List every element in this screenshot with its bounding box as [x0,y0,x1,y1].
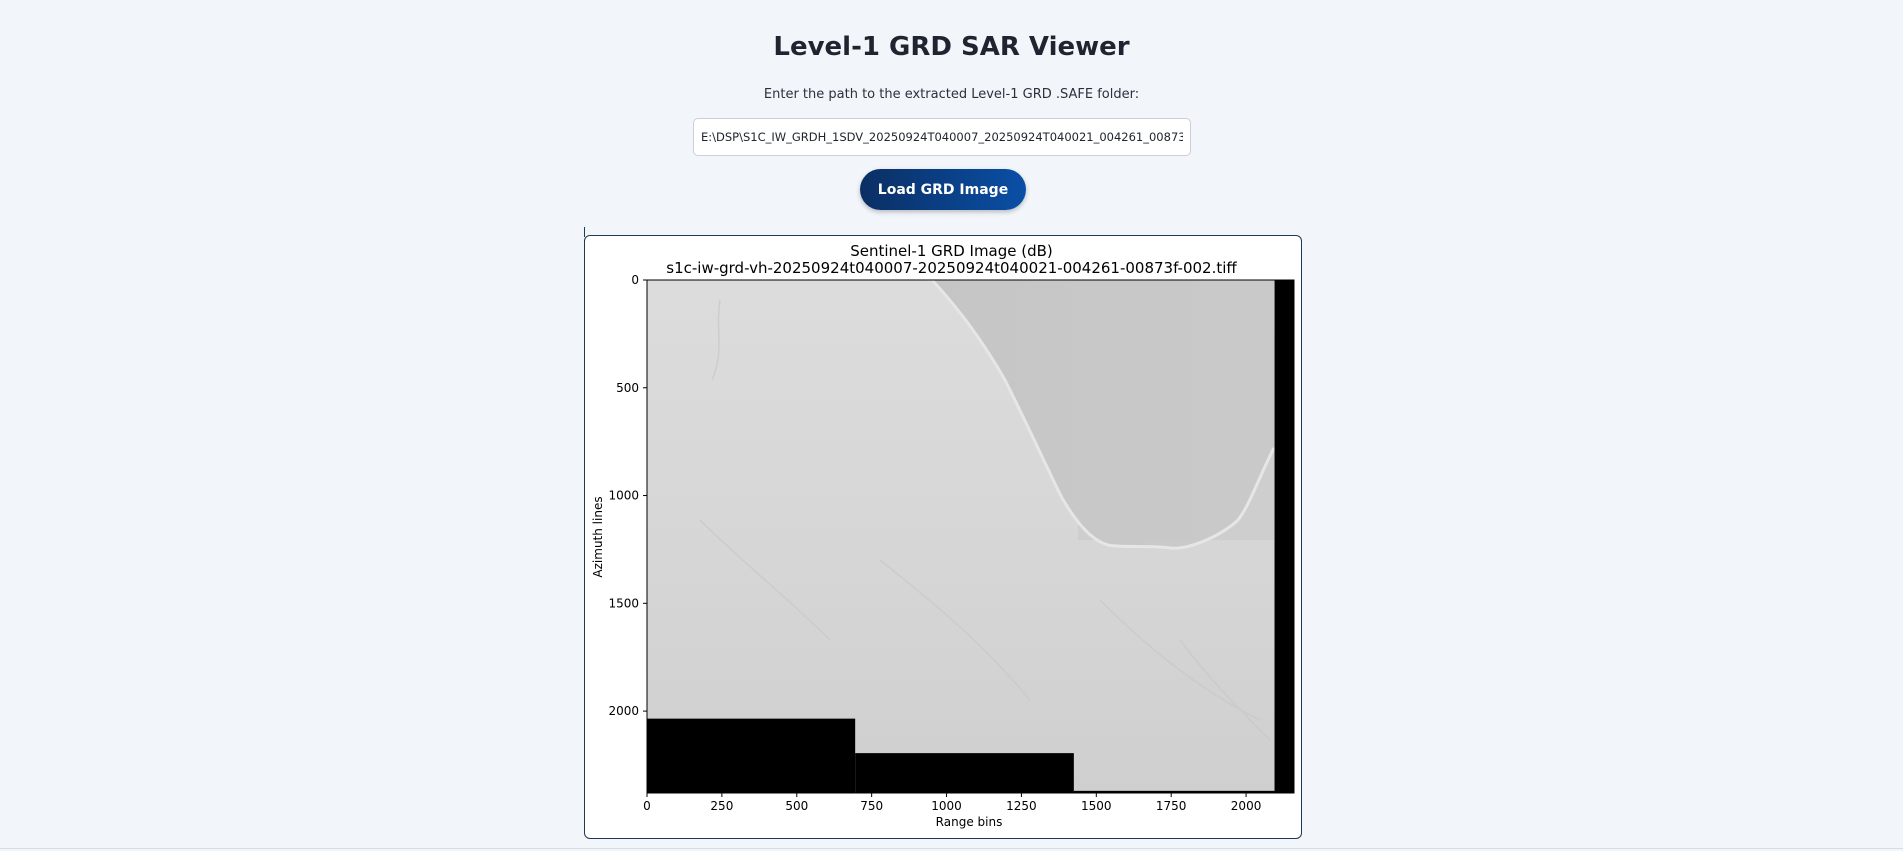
y-tick-label: 1500 [608,596,639,610]
x-tick-label: 0 [643,799,651,813]
y-tick-label: 500 [616,381,639,395]
y-axis-label: Azimuth lines [591,496,605,577]
y-axis: 0 500 1000 1500 2000 [608,273,647,718]
sar-image-raster [647,280,1294,793]
x-tick-label: 750 [860,799,883,813]
y-tick-label: 1000 [608,489,639,503]
nodata-region-3 [1274,280,1294,793]
nodata-region-1 [855,753,1074,793]
x-tick-label: 1000 [931,799,962,813]
x-tick-label: 1250 [1006,799,1037,813]
x-tick-label: 1500 [1081,799,1112,813]
x-tick-label: 2000 [1231,799,1262,813]
x-tick-label: 1750 [1156,799,1187,813]
x-tick-label: 500 [785,799,808,813]
y-tick-label: 0 [631,273,639,287]
y-tick-label: 2000 [608,704,639,718]
x-axis-label: Range bins [936,815,1003,829]
x-axis: 0 250 500 750 1000 1250 1500 1750 2000 [643,793,1261,813]
swath-boundary-band [1078,280,1274,540]
x-tick-label: 250 [710,799,733,813]
sar-image-plot: 0 250 500 750 1000 1250 1500 1750 2000 0 500 1000 1… [591,273,1295,829]
nodata-region-0 [647,718,856,793]
page-bottom-divider [0,848,1903,849]
